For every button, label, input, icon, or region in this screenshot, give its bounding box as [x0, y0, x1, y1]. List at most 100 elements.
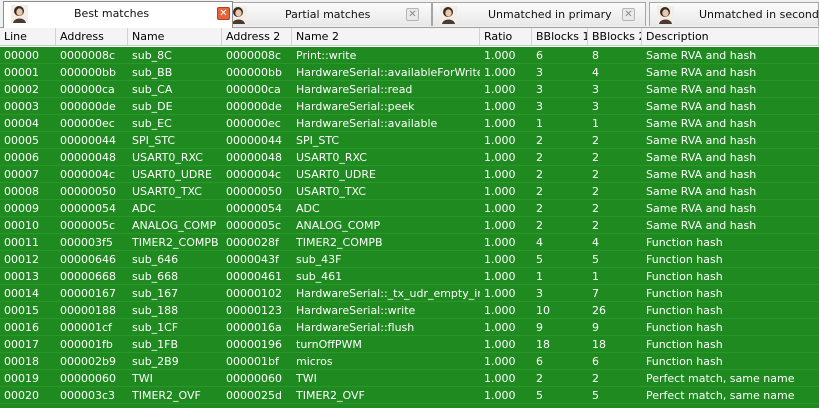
column-header-bblocks-2[interactable]: BBlocks 2: [588, 28, 642, 45]
cell-name: sub_DE: [132, 100, 173, 113]
cell-bblocks-1: 3: [536, 100, 543, 113]
column-header-name-2[interactable]: Name 2: [292, 28, 480, 45]
tab-unmatched-primary[interactable]: Unmatched in primary ✕: [432, 2, 646, 26]
cell-name: ADC: [132, 202, 156, 215]
person-avatar-icon: [11, 5, 28, 23]
cell-bblocks-2: 4: [592, 236, 599, 249]
cell-address-2: 000000bb: [226, 66, 282, 79]
table-row[interactable]: 00009 00000054 ADC 00000054 ADC 1.000 2 2 Same R…: [0, 200, 819, 217]
person-avatar-icon: [657, 6, 674, 24]
column-header-bblocks-1[interactable]: BBlocks 1: [532, 28, 588, 45]
cell-ratio: 1.000: [484, 338, 516, 351]
table-row[interactable]: 00014 00000167 sub_167 00000102 HardwareSeri…: [0, 285, 819, 302]
cell-address-2: 0000008c: [226, 49, 282, 62]
cell-bblocks-2: 2: [592, 168, 599, 181]
table-row[interactable]: 00013 00000668 sub_668 00000461 sub_461 1.000…: [0, 268, 819, 285]
table-row[interactable]: 00010 0000005c ANALOG_COMP 0000005c ANALOG_C…: [0, 217, 819, 234]
cell-ratio: 1.000: [484, 202, 516, 215]
cell-address: 000003f5: [60, 236, 113, 249]
column-header-description[interactable]: Description: [642, 28, 819, 45]
table-row[interactable]: 00000 0000008c sub_8C 0000008c Print::write 1…: [0, 47, 819, 64]
cell-name-2: SPI_STC: [296, 134, 340, 147]
cell-name: USART0_RXC: [132, 151, 203, 164]
column-header-ratio[interactable]: Ratio: [480, 28, 532, 45]
table-row[interactable]: 00016 000001cf sub_1CF 0000016a HardwareSeri…: [0, 319, 819, 336]
cell-line: 00019: [4, 372, 39, 385]
cell-line: 00015: [4, 304, 39, 317]
cell-bblocks-1: 2: [536, 134, 543, 147]
cell-description: Same RVA and hash: [646, 202, 757, 215]
cell-address-2: 000000de: [226, 100, 282, 113]
table-row[interactable]: 00017 000001fb sub_1FB 00000196 turnOffPWM 1.…: [0, 336, 819, 353]
cell-line: 00006: [4, 151, 39, 164]
cell-name: TIMER2_OVF: [132, 389, 201, 402]
tab-label: Unmatched in secondary: [699, 8, 819, 21]
tab-partial-matches[interactable]: Partial matches ✕: [222, 2, 432, 26]
cell-ratio: 1.000: [484, 321, 516, 334]
table-row[interactable]: 00015 00000188 sub_188 00000123 HardwareSeri…: [0, 302, 819, 319]
table-row[interactable]: 00011 000003f5 TIMER2_COMPB 0000028f TIMER2_…: [0, 234, 819, 251]
cell-name-2: USART0_RXC: [296, 151, 367, 164]
cell-bblocks-2: 3: [592, 83, 599, 96]
table-row[interactable]: 00004 000000ec sub_EC 000000ec HardwareSeria…: [0, 115, 819, 132]
cell-address: 000000de: [60, 100, 116, 113]
cell-bblocks-1: 3: [536, 83, 543, 96]
table-row[interactable]: 00005 00000044 SPI_STC 00000044 SPI_STC 1.000…: [0, 132, 819, 149]
cell-bblocks-2: 7: [592, 287, 599, 300]
cell-bblocks-1: 3: [536, 66, 543, 79]
column-header-address-2[interactable]: Address 2: [222, 28, 292, 45]
cell-description: Same RVA and hash: [646, 49, 757, 62]
table-row[interactable]: 00007 0000004c USART0_UDRE 0000004c USART0_U…: [0, 166, 819, 183]
cell-address-2: 0000016a: [226, 321, 282, 334]
tab-label: Partial matches: [285, 8, 371, 21]
cell-name: sub_2B9: [132, 355, 179, 368]
close-icon[interactable]: ✕: [622, 8, 635, 21]
column-header-name[interactable]: Name: [128, 28, 222, 45]
cell-ratio: 1.000: [484, 355, 516, 368]
cell-ratio: 1.000: [484, 83, 516, 96]
cell-bblocks-1: 9: [536, 321, 543, 334]
cell-name-2: micros: [296, 355, 333, 368]
table-row[interactable]: 00002 000000ca sub_CA 000000ca HardwareSeria…: [0, 81, 819, 98]
cell-name-2: USART0_UDRE: [296, 168, 376, 181]
cell-name: TIMER2_COMPB: [132, 236, 219, 249]
cell-line: 00008: [4, 185, 39, 198]
cell-address-2: 0000043f: [226, 253, 279, 266]
cell-address-2: 00000048: [226, 151, 282, 164]
cell-ratio: 1.000: [484, 185, 516, 198]
cell-name: TWI: [132, 372, 153, 385]
close-icon[interactable]: ✕: [406, 8, 419, 21]
cell-ratio: 1.000: [484, 253, 516, 266]
cell-address-2: 00000102: [226, 287, 282, 300]
tab-best-matches[interactable]: Best matches ✕: [3, 1, 233, 28]
close-icon[interactable]: ✕: [217, 7, 230, 20]
column-header-address[interactable]: Address: [56, 28, 128, 45]
table-row[interactable]: 00019 00000060 TWI 00000060 TWI 1.000 2 2 Perfec…: [0, 370, 819, 387]
cell-description: Same RVA and hash: [646, 117, 757, 130]
cell-name: ANALOG_COMP: [132, 219, 217, 232]
table-row[interactable]: 00020 000003c3 TIMER2_OVF 0000025d TIMER2_OV…: [0, 387, 819, 404]
table-row[interactable]: 00012 00000646 sub_646 0000043f sub_43F 1.000…: [0, 251, 819, 268]
column-header-line[interactable]: Line: [0, 28, 56, 45]
cell-description: Same RVA and hash: [646, 134, 757, 147]
cell-description: Function hash: [646, 304, 723, 317]
cell-bblocks-1: 2: [536, 372, 543, 385]
cell-ratio: 1.000: [484, 270, 516, 283]
cell-line: 00002: [4, 83, 39, 96]
cell-bblocks-1: 1: [536, 117, 543, 130]
table-row[interactable]: 00018 000002b9 sub_2B9 000001bf micros 1.000 6…: [0, 353, 819, 370]
cell-ratio: 1.000: [484, 168, 516, 181]
tab-unmatched-secondary[interactable]: Unmatched in secondary: [649, 2, 819, 26]
cell-bblocks-1: 2: [536, 168, 543, 181]
table-row[interactable]: 00006 00000048 USART0_RXC 00000048 USART0_RX…: [0, 149, 819, 166]
table-row[interactable]: 00008 00000050 USART0_TXC 00000050 USART0_TX…: [0, 183, 819, 200]
cell-bblocks-2: 2: [592, 219, 599, 232]
cell-address: 00000050: [60, 185, 116, 198]
cell-line: 00020: [4, 389, 39, 402]
table-row[interactable]: 00003 000000de sub_DE 000000de HardwareSeria…: [0, 98, 819, 115]
cell-address: 000000bb: [60, 66, 116, 79]
cell-ratio: 1.000: [484, 66, 516, 79]
cell-name-2: HardwareSerial::available: [296, 117, 438, 130]
cell-bblocks-1: 2: [536, 185, 543, 198]
table-row[interactable]: 00001 000000bb sub_BB 000000bb HardwareSeria…: [0, 64, 819, 81]
